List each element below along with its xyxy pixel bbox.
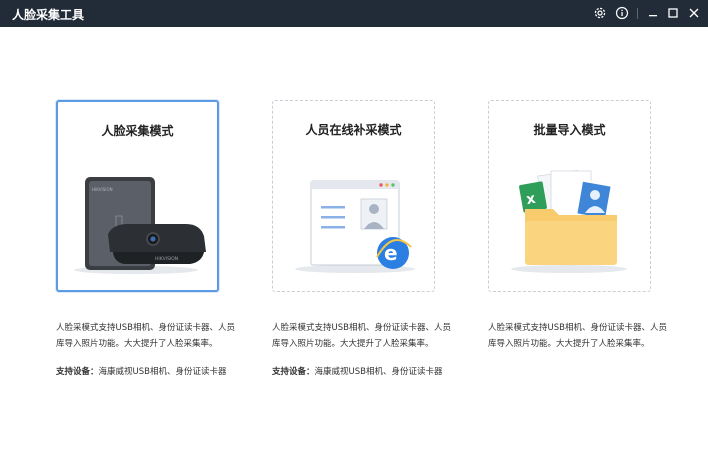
camera-brand-text: HIKVISION [155, 256, 178, 262]
supported-devices-label: 支持设备： [56, 367, 99, 377]
supported-devices-value: 海康威视USB相机、身份证读卡器 [314, 367, 443, 377]
minimize-icon[interactable] [645, 5, 661, 21]
mode-card-batch-import[interactable]: 批量导入模式 x [488, 100, 651, 292]
hikvision-devices-illustration: HIKVISION HIKVISION [74, 177, 206, 274]
title-bar: 人脸采集工具 [0, 0, 708, 27]
titlebar-divider [637, 8, 638, 19]
info-icon[interactable] [614, 5, 630, 21]
app-title: 人脸采集工具 [12, 8, 85, 22]
mode-description: 人脸采模式支持USB相机、身份证读卡器、人员库导入照片功能。大大提升了人脸采集率… [488, 323, 667, 349]
browser-window-illustration: e [295, 180, 415, 273]
settings-icon[interactable] [592, 5, 608, 21]
supported-devices-value: 海康威视USB相机、身份证读卡器 [98, 367, 227, 377]
mode-card-face-capture[interactable]: 人脸采集模式 HIKVISION HIKVISION [56, 100, 219, 292]
mode-description: 人脸采模式支持USB相机、身份证读卡器、人员库导入照片功能。大大提升了人脸采集率… [56, 323, 235, 349]
supported-devices: 支持设备：海康威视USB相机、身份证读卡器 [272, 365, 462, 377]
mode-description: 人脸采模式支持USB相机、身份证读卡器、人员库导入照片功能。大大提升了人脸采集率… [272, 323, 451, 349]
maximize-icon[interactable] [665, 5, 681, 21]
folder-with-files-illustration: x [511, 170, 627, 273]
close-icon[interactable] [686, 5, 702, 21]
supported-devices-label: 支持设备： [272, 367, 315, 377]
supported-devices: 支持设备：海康威视USB相机、身份证读卡器 [56, 365, 246, 377]
terminal-brand-text: HIKVISION [92, 187, 113, 192]
mode-card-online-recapture[interactable]: 人员在线补采模式 e [272, 100, 435, 292]
